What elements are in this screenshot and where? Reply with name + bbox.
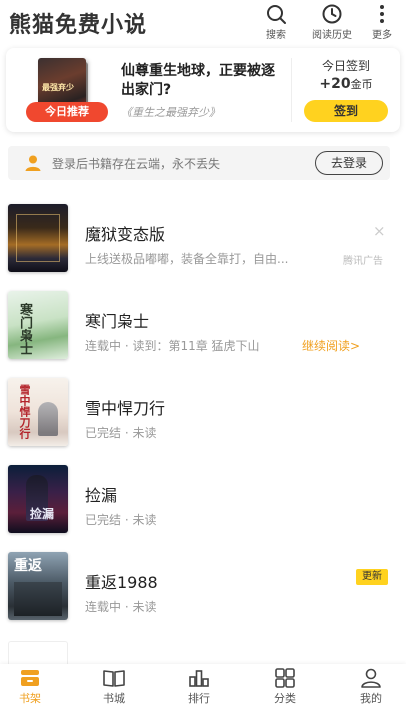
- book-store-icon: [103, 670, 125, 687]
- clock-icon: [322, 4, 342, 24]
- list-item[interactable]: 寒门枭士 寒门枭士 连载中 · 读到：第11章 猛虎下山 继续阅读>: [0, 291, 406, 369]
- list-item[interactable]: 重返 重返1988 连载中 · 未读 更新: [0, 552, 406, 630]
- bookshelf-icon: [21, 670, 39, 686]
- book-cover[interactable]: 寒门枭士: [8, 291, 68, 359]
- list-item[interactable]: 捡漏 捡漏 已完结 · 未读: [0, 465, 406, 543]
- more-button[interactable]: 更多: [357, 3, 406, 41]
- tab-bookshelf[interactable]: 书架: [0, 668, 60, 708]
- cover-title: 寒门枭士: [17, 303, 32, 355]
- tab-label: 书城: [103, 692, 125, 705]
- more-label: 更多: [372, 30, 392, 41]
- recommend-cover-text: 最强弃少: [42, 83, 74, 92]
- sign-in-button[interactable]: 签到: [304, 100, 388, 122]
- bottom-tab-bar: 书架 书城 排行 分类 我的: [0, 664, 406, 708]
- tab-label: 分类: [274, 692, 296, 705]
- book-cover[interactable]: [8, 204, 68, 272]
- cover-title: 雪中悍刀行: [18, 384, 31, 439]
- search-label: 搜索: [266, 30, 286, 41]
- ad-source-label: 腾讯广告: [343, 256, 383, 267]
- reward-amount: +20: [319, 76, 351, 92]
- reward-unit: 金币: [350, 78, 373, 91]
- more-vertical-icon: [380, 5, 384, 23]
- book-status: 已完结 · 未读: [85, 426, 157, 440]
- ranking-icon: [189, 670, 209, 687]
- reading-history-button[interactable]: 阅读历史: [307, 3, 357, 41]
- tab-label: 排行: [188, 692, 210, 705]
- tab-label: 我的: [360, 692, 382, 705]
- book-title: 捡漏: [85, 486, 118, 505]
- user-icon: [25, 155, 41, 171]
- cover-figure: [38, 402, 58, 436]
- app-header: 熊猫免费小说 搜索 阅读历史 更多: [0, 0, 406, 44]
- tab-label: 书架: [19, 692, 41, 705]
- book-status: 连载中 · 未读: [85, 600, 157, 614]
- list-item-ad[interactable]: 魔狱变态版 上线送极品嘟嘟，装备全靠打，自由... 腾讯广告 ×: [0, 204, 406, 282]
- book-cover[interactable]: 雪中悍刀行: [8, 378, 68, 446]
- cover-title: 重返: [14, 558, 42, 574]
- sign-in-label: 今日签到: [321, 59, 370, 73]
- update-badge: 更新: [356, 569, 388, 585]
- sign-in-reward: +20金币: [296, 76, 396, 92]
- reading-progress: 连载中 · 读到：第11章 猛虎下山: [85, 339, 260, 353]
- recommend-card[interactable]: 最强弃少 今日推荐 仙尊重生地球，正要被逐出家门? 《重生之最强弃少》 今日签到…: [6, 48, 400, 132]
- search-icon: [267, 5, 286, 24]
- category-grid-icon: [275, 668, 295, 688]
- book-title: 魔狱变态版: [85, 225, 166, 244]
- login-prompt-bar: 登录后书籍存在云端，永不丢失 去登录: [8, 146, 390, 180]
- book-title: 雪中悍刀行: [85, 399, 166, 418]
- continue-reading-link[interactable]: 继续阅读>: [302, 337, 360, 354]
- tab-ranking[interactable]: 排行: [169, 668, 229, 708]
- book-cover[interactable]: 捡漏: [8, 465, 68, 533]
- book-title: 重返1988: [85, 573, 158, 592]
- ad-description: 上线送极品嘟嘟，装备全靠打，自由...: [85, 252, 289, 266]
- app-title: 熊猫免费小说: [9, 13, 148, 38]
- profile-icon: [361, 668, 381, 688]
- login-prompt-text: 登录后书籍存在云端，永不丢失: [52, 157, 221, 171]
- tab-profile[interactable]: 我的: [341, 668, 401, 708]
- book-cover[interactable]: 重返: [8, 552, 68, 620]
- search-button[interactable]: 搜索: [251, 3, 301, 41]
- book-status: 已完结 · 未读: [85, 513, 157, 527]
- cover-art: [14, 582, 62, 616]
- login-button[interactable]: 去登录: [315, 151, 383, 175]
- recommend-book-name: 《重生之最强弃少》: [121, 106, 220, 119]
- book-title: 寒门枭士: [85, 312, 150, 331]
- today-recommend-badge: 今日推荐: [26, 102, 108, 122]
- recommend-title[interactable]: 仙尊重生地球，正要被逐出家门?: [121, 62, 276, 100]
- cover-title: 捡漏: [30, 507, 55, 521]
- cover-art: [16, 214, 60, 262]
- list-item[interactable]: 雪中悍刀行 雪中悍刀行 已完结 · 未读: [0, 378, 406, 456]
- close-ad-button[interactable]: ×: [373, 222, 386, 240]
- tab-bookstore[interactable]: 书城: [84, 668, 144, 708]
- history-label: 阅读历史: [312, 30, 352, 41]
- divider: [291, 58, 292, 122]
- tab-category[interactable]: 分类: [255, 668, 315, 708]
